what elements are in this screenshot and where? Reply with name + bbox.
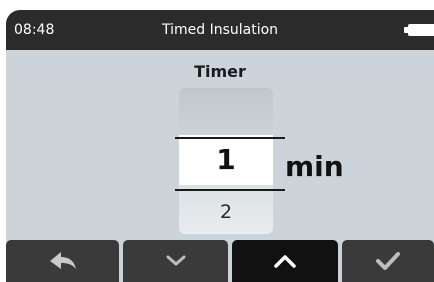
picker-selected-value[interactable]: 1 bbox=[179, 135, 273, 185]
device-screen: 08:48 Timed Insulation Timer 1 2 min bbox=[6, 10, 434, 282]
increase-button[interactable] bbox=[232, 240, 338, 282]
decrease-button[interactable] bbox=[123, 240, 228, 282]
timer-panel: Timer 1 2 min bbox=[6, 50, 434, 240]
status-bar: 08:48 Timed Insulation bbox=[6, 10, 434, 50]
picker-previous-value[interactable] bbox=[179, 88, 273, 128]
softkey-bar bbox=[6, 240, 434, 282]
confirm-button[interactable] bbox=[342, 240, 434, 282]
timer-label: Timer bbox=[194, 62, 246, 81]
picker-divider-top bbox=[175, 137, 285, 139]
picker-next-value[interactable]: 2 bbox=[179, 191, 273, 234]
back-icon bbox=[49, 252, 76, 269]
unit-label: min bbox=[285, 150, 344, 183]
back-button[interactable] bbox=[6, 240, 119, 282]
timer-picker[interactable]: 1 2 bbox=[179, 88, 273, 234]
checkmark-icon bbox=[376, 252, 400, 270]
chevron-down-icon bbox=[166, 255, 185, 266]
picker-divider-bottom bbox=[175, 189, 285, 191]
screen-title: Timed Insulation bbox=[161, 22, 279, 38]
battery-icon bbox=[404, 24, 434, 36]
chevron-up-icon bbox=[274, 255, 296, 268]
